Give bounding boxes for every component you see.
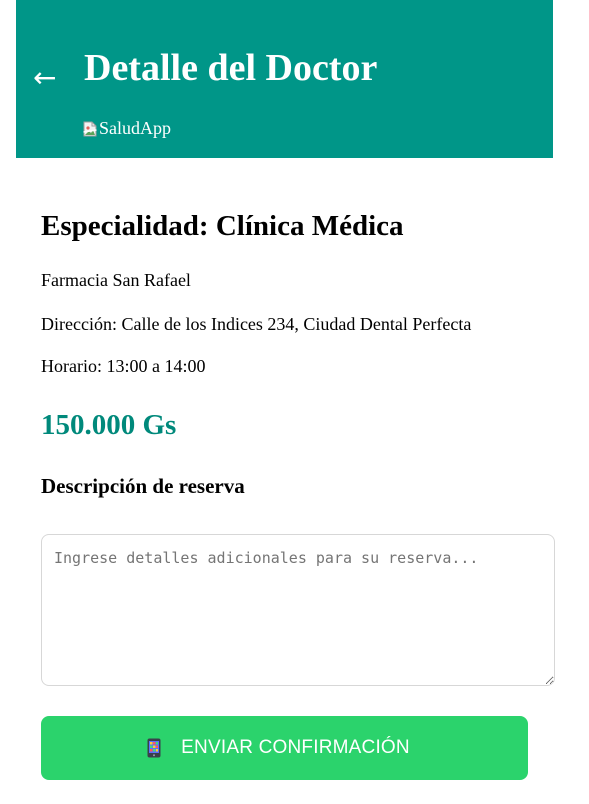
broken-image-icon	[83, 120, 97, 137]
logo: SaludApp	[83, 117, 171, 139]
send-confirmation-label: ENVIAR CONFIRMACIÓN	[181, 737, 410, 758]
logo-alt-text: SaludApp	[99, 118, 171, 138]
left-arrow-icon: ←	[33, 61, 57, 94]
mobile-phone-icon	[147, 738, 161, 758]
doctor-address: Dirección: Calle de los Indices 234, Ciu…	[41, 314, 472, 334]
doctor-specialty: Especialidad: Clínica Médica	[41, 210, 404, 242]
app-header: ← Detalle del Doctor SaludApp	[16, 0, 553, 158]
page-title: Detalle del Doctor	[84, 47, 378, 89]
pharmacy-name: Farmacia San Rafael	[41, 270, 191, 290]
reservation-details-textarea[interactable]	[41, 534, 555, 686]
reservation-description-heading: Descripción de reserva	[41, 474, 245, 498]
send-confirmation-button[interactable]: ENVIAR CONFIRMACIÓN	[41, 716, 528, 780]
doctor-schedule: Horario: 13:00 a 14:00	[41, 356, 206, 376]
back-button[interactable]: ←	[33, 60, 56, 96]
consultation-price: 150.000 Gs	[41, 409, 177, 441]
page: ← Detalle del Doctor SaludApp Especialid…	[0, 0, 589, 804]
